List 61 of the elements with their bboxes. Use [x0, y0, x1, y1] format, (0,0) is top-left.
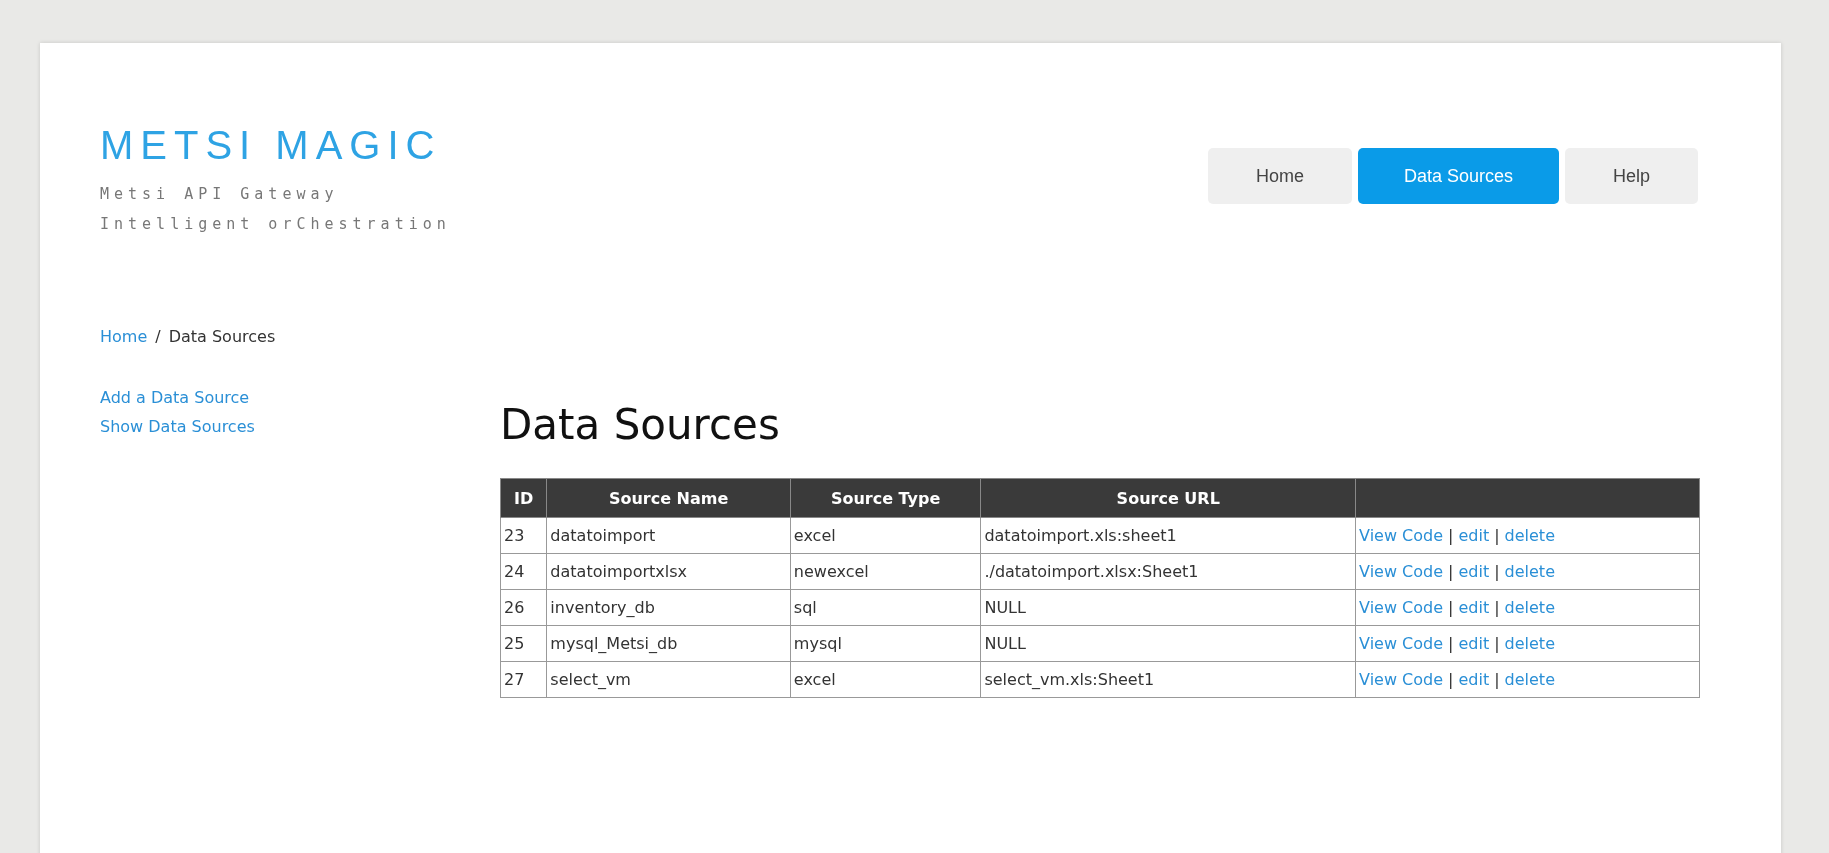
action-link[interactable]: edit	[1458, 634, 1490, 654]
action-link[interactable]: View Code	[1359, 526, 1444, 546]
action-separator: |	[1448, 562, 1454, 582]
action-separator: |	[1494, 598, 1500, 618]
action-separator: |	[1494, 562, 1500, 582]
action-link[interactable]: View Code	[1359, 670, 1444, 690]
table-cell: datatoimport.xls:sheet1	[980, 517, 1356, 554]
table-cell: 26	[500, 589, 547, 626]
table-cell: mysql	[790, 625, 981, 662]
sidebar-link[interactable]: Show Data Sources	[100, 417, 500, 436]
action-separator: |	[1494, 670, 1500, 690]
action-separator: |	[1448, 598, 1454, 618]
table-cell: excel	[790, 517, 981, 554]
action-link[interactable]: delete	[1504, 526, 1555, 546]
table-cell: 25	[500, 625, 547, 662]
action-link[interactable]: edit	[1458, 670, 1490, 690]
action-link[interactable]: delete	[1504, 634, 1555, 654]
action-link[interactable]: edit	[1458, 598, 1490, 618]
action-link[interactable]: View Code	[1359, 562, 1444, 582]
nav-tab[interactable]: Help	[1564, 148, 1698, 204]
table-cell: datatoimportxlsx	[546, 553, 791, 590]
nav-tab[interactable]: Data Sources	[1357, 148, 1559, 204]
table-cell: 23	[500, 517, 547, 554]
table-cell: inventory_db	[546, 589, 791, 626]
table-cell: ./datatoimport.xlsx:Sheet1	[980, 553, 1356, 590]
table-cell: 27	[500, 661, 547, 698]
column-header: Source Type	[790, 478, 981, 518]
page-heading: Data Sources	[500, 400, 781, 451]
table-cell: excel	[790, 661, 981, 698]
action-separator: |	[1448, 634, 1454, 654]
table-cell: newexcel	[790, 553, 981, 590]
action-link[interactable]: edit	[1458, 562, 1490, 582]
table-cell: select_vm	[546, 661, 791, 698]
action-separator: |	[1448, 670, 1454, 690]
action-link[interactable]: delete	[1504, 562, 1555, 582]
action-separator: |	[1448, 526, 1454, 546]
table-cell: NULL	[980, 625, 1356, 662]
table-cell: datatoimport	[546, 517, 791, 554]
nav-tab[interactable]: Home	[1207, 148, 1352, 204]
action-link[interactable]: delete	[1504, 670, 1555, 690]
table-cell: NULL	[980, 589, 1356, 626]
breadcrumb-link[interactable]: Home	[100, 327, 148, 346]
column-header: Source URL	[980, 478, 1356, 518]
action-separator: |	[1494, 526, 1500, 546]
action-link[interactable]: delete	[1504, 598, 1555, 618]
table-cell: select_vm.xls:Sheet1	[980, 661, 1356, 698]
tagline: Intelligent orChestration	[100, 214, 451, 235]
action-link[interactable]: View Code	[1359, 634, 1444, 654]
action-link[interactable]: View Code	[1359, 598, 1444, 618]
sidebar-link[interactable]: Add a Data Source	[100, 388, 500, 407]
tagline: Metsi API Gateway	[100, 184, 340, 205]
table-cell: mysql_Metsi_db	[546, 625, 791, 662]
action-link[interactable]: edit	[1458, 526, 1490, 546]
table-cell: sql	[790, 589, 981, 626]
table-cell: 24	[500, 553, 547, 590]
action-separator: |	[1494, 634, 1500, 654]
brand-title: METSI MAGIC	[100, 125, 443, 165]
breadcrumb-separator: /	[155, 327, 161, 346]
column-header: ID	[500, 478, 547, 518]
column-header: Source Name	[546, 478, 791, 518]
breadcrumb-current: Data Sources	[168, 327, 276, 346]
